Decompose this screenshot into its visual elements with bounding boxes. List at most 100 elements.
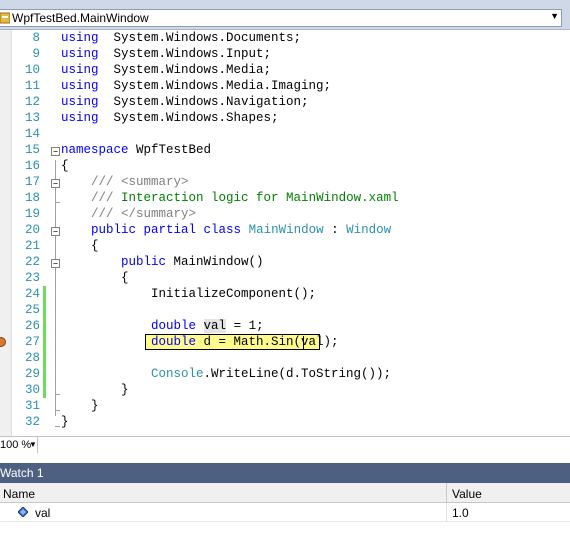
code-token: } <box>61 383 129 397</box>
code-token: using <box>61 111 99 125</box>
code-editor[interactable]: − − − − 8 using System.Windows.Documents;… <box>0 30 570 436</box>
code-token: public <box>121 255 167 269</box>
code-line[interactable]: 9 using System.Windows.Input; <box>0 46 570 62</box>
code-line[interactable]: 11 using System.Windows.Media.Imaging; <box>0 78 570 94</box>
code-token: { <box>61 239 99 253</box>
code-text[interactable]: using System.Windows.Shapes; <box>61 110 279 126</box>
line-number: 29 <box>24 367 40 381</box>
code-line[interactable]: 18 /// Interaction logic for MainWindow.… <box>0 190 570 206</box>
line-number: 17 <box>24 175 40 189</box>
code-text[interactable]: public MainWindow() <box>61 254 264 270</box>
code-text[interactable]: double val = 1; <box>61 318 264 334</box>
code-line[interactable]: 27 double d = Math.Sin(val); <box>0 334 570 350</box>
line-number: 32 <box>24 415 40 429</box>
code-text[interactable]: } <box>61 414 69 430</box>
code-line[interactable]: 28 <box>0 350 570 366</box>
code-token: MainWindow() <box>166 255 264 269</box>
code-line[interactable]: 15 namespace WpfTestBed <box>0 142 570 158</box>
watch-row[interactable]: val 1.0 <box>0 503 570 522</box>
code-line[interactable]: 23 { <box>0 270 570 286</box>
line-number: 11 <box>24 79 40 93</box>
line-number: 20 <box>24 223 40 237</box>
code-line[interactable]: 26 double val = 1; <box>0 318 570 334</box>
code-text[interactable]: { <box>61 158 69 174</box>
line-number: 12 <box>24 95 40 109</box>
code-token: using <box>61 63 99 77</box>
code-line[interactable]: 25 <box>0 302 570 318</box>
line-number: 30 <box>24 383 40 397</box>
code-text[interactable]: namespace WpfTestBed <box>61 142 211 158</box>
code-text[interactable]: } <box>61 398 99 414</box>
watch-variable-value[interactable]: 1.0 <box>452 506 469 520</box>
code-text[interactable]: Console.WriteLine(d.ToString()); <box>61 366 391 382</box>
navigation-bar: WpfTestBed.MainWindow ▼ <box>0 0 570 30</box>
column-resize-handle[interactable] <box>446 483 447 503</box>
watch-window-titlebar[interactable]: Watch 1 <box>0 463 570 483</box>
code-text[interactable]: using System.Windows.Navigation; <box>61 94 309 110</box>
type-dropdown[interactable]: WpfTestBed.MainWindow ▼ <box>0 9 562 27</box>
code-line[interactable]: 31 } <box>0 398 570 414</box>
code-text[interactable]: public partial class MainWindow : Window <box>61 222 391 238</box>
code-text[interactable]: using System.Windows.Input; <box>61 46 271 62</box>
watch-variable-name[interactable]: val <box>35 506 50 520</box>
code-line[interactable]: 17 /// <summary> <box>0 174 570 190</box>
code-line[interactable]: 22 public MainWindow() <box>0 254 570 270</box>
code-text[interactable]: { <box>61 270 129 286</box>
code-token: /// <box>91 175 114 189</box>
chevron-down-icon[interactable]: ▼ <box>29 437 37 453</box>
code-token: InitializeComponent(); <box>61 287 317 301</box>
line-number: 9 <box>32 47 40 61</box>
code-line[interactable]: 30 } <box>0 382 570 398</box>
name-column-header[interactable]: Name <box>3 487 35 501</box>
code-line[interactable]: 13 using System.Windows.Shapes; <box>0 110 570 126</box>
editor-bottom-bar: 100 % ▼ <box>0 436 570 453</box>
chevron-down-icon[interactable]: ▼ <box>550 11 559 21</box>
code-token: using <box>61 95 99 109</box>
type-dropdown-value: WpfTestBed.MainWindow <box>12 11 149 25</box>
value-column-header[interactable]: Value <box>452 487 482 501</box>
code-token: double <box>151 319 197 333</box>
class-icon <box>0 12 10 24</box>
code-text[interactable]: /// </summary> <box>61 206 196 222</box>
code-token: Console <box>151 367 204 381</box>
line-number: 25 <box>24 303 40 317</box>
code-token: public partial class <box>91 223 242 237</box>
code-line[interactable]: 29 Console.WriteLine(d.ToString()); <box>0 366 570 382</box>
code-token: System.Windows.Media; <box>98 63 272 77</box>
code-text[interactable]: InitializeComponent(); <box>61 286 316 302</box>
code-token: double <box>151 335 197 349</box>
code-token: System.Windows.Shapes; <box>98 111 279 125</box>
code-token: </summary> <box>121 207 197 221</box>
code-token: WpfTestBed <box>128 143 212 157</box>
code-line[interactable]: 16 { <box>0 158 570 174</box>
code-text[interactable]: { <box>61 238 99 254</box>
zoom-dropdown[interactable]: 100 % ▼ <box>0 437 38 453</box>
code-text[interactable]: using System.Windows.Documents; <box>61 30 301 46</box>
code-text[interactable]: /// Interaction logic for MainWindow.xam… <box>61 190 399 206</box>
code-line[interactable]: 10 using System.Windows.Media; <box>0 62 570 78</box>
code-text[interactable]: } <box>61 382 129 398</box>
code-text[interactable]: double d = Math.Sin(val); <box>61 334 339 350</box>
code-line[interactable]: 19 /// </summary> <box>0 206 570 222</box>
line-number: 22 <box>24 255 40 269</box>
line-number: 21 <box>24 239 40 253</box>
code-text[interactable]: using System.Windows.Media.Imaging; <box>61 78 331 94</box>
code-line[interactable]: 20 public partial class MainWindow : Win… <box>0 222 570 238</box>
code-line[interactable]: 14 <box>0 126 570 142</box>
code-text[interactable]: /// <summary> <box>61 174 189 190</box>
code-token: System.Windows.Input; <box>98 47 272 61</box>
code-token: namespace <box>61 143 129 157</box>
code-line[interactable]: 12 using System.Windows.Navigation; <box>0 94 570 110</box>
code-line[interactable]: 8 using System.Windows.Documents; <box>0 30 570 46</box>
code-text[interactable]: using System.Windows.Media; <box>61 62 271 78</box>
code-line[interactable]: 21 { <box>0 238 570 254</box>
line-number: 31 <box>24 399 40 413</box>
code-line[interactable]: 32} <box>0 414 570 430</box>
code-line[interactable]: 24 InitializeComponent(); <box>0 286 570 302</box>
